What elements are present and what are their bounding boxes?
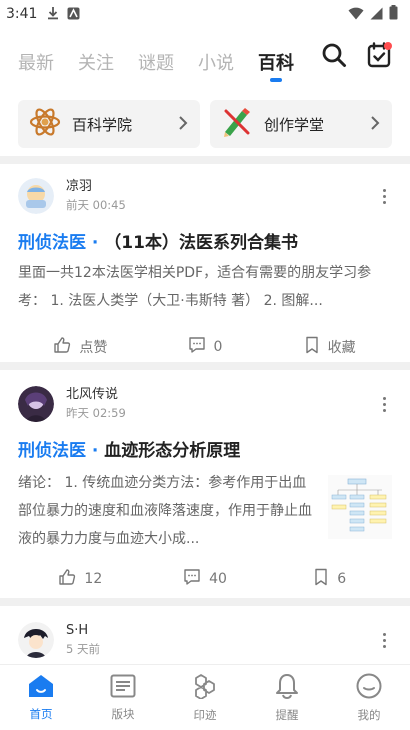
- favorite-button[interactable]: 收藏: [267, 336, 392, 358]
- thumbs-up-icon: [58, 568, 76, 590]
- bottom-nav-label: 我的: [357, 707, 381, 722]
- search-icon: [321, 42, 347, 72]
- pencil-ruler-icon: [220, 105, 254, 143]
- bookmark-icon: [313, 568, 329, 590]
- author-name[interactable]: S·H: [66, 623, 100, 639]
- checkin-button[interactable]: [366, 42, 394, 72]
- status-time: 3:41: [6, 6, 38, 22]
- chevron-right-icon: [178, 112, 188, 136]
- favorite-button[interactable]: 6: [267, 568, 392, 590]
- board-icon: [110, 674, 136, 702]
- comment-button[interactable]: 40: [143, 568, 268, 590]
- chevron-right-icon: [370, 112, 380, 136]
- like-button[interactable]: 点赞: [18, 336, 143, 358]
- avatar[interactable]: [18, 178, 54, 214]
- entry-cards: 百科学院 创作学堂: [0, 100, 410, 150]
- bottom-nav-footprint[interactable]: 印迹: [164, 665, 246, 730]
- bottom-nav-label: 首页: [29, 706, 53, 721]
- section-divider: [0, 598, 410, 606]
- calendar-check-icon: [367, 41, 393, 73]
- comment-button[interactable]: 0: [143, 336, 268, 358]
- bottom-nav-reminder[interactable]: 提醒: [246, 665, 328, 730]
- post-time: 昨天 02:59: [66, 406, 126, 420]
- home-icon: [28, 674, 54, 702]
- comment-icon: [188, 336, 206, 358]
- avatar[interactable]: [18, 622, 54, 658]
- tab-following[interactable]: 关注: [78, 42, 114, 82]
- profile-icon: [356, 673, 382, 703]
- search-button[interactable]: [320, 42, 348, 72]
- bottom-nav-label: 提醒: [275, 707, 299, 722]
- bottom-nav-label: 印迹: [193, 707, 217, 722]
- bottom-nav-profile[interactable]: 我的: [328, 665, 410, 730]
- creation-school-card[interactable]: 创作学堂: [210, 100, 392, 148]
- top-tab-bar: 最新 关注 谜题 小说 百科: [0, 40, 410, 84]
- post-title[interactable]: 刑侦法医 · （11本）法医系列合集书: [18, 228, 392, 253]
- more-options-button[interactable]: [376, 632, 392, 648]
- post-excerpt: 里面一共12本法医学相关PDF，适合有需要的朋友学习参考： 1. 法医人类学（大…: [18, 265, 372, 309]
- section-divider: [0, 362, 410, 370]
- battery-icon: [389, 4, 398, 24]
- author-name[interactable]: 北风传说: [66, 387, 126, 403]
- post-card[interactable]: S·H 5 天前: [0, 620, 410, 660]
- wifi-icon: [348, 5, 364, 24]
- post-time: 5 天前: [66, 642, 100, 656]
- status-bar: 3:41: [0, 0, 410, 28]
- bottom-nav-board[interactable]: 版块: [82, 665, 164, 730]
- more-options-button[interactable]: [376, 188, 392, 204]
- section-divider: [0, 156, 410, 164]
- post-card[interactable]: 北风传说 昨天 02:59 刑侦法医 · 血迹形态分析原理 绪论： 1. 传统血…: [0, 384, 410, 591]
- tab-puzzles[interactable]: 谜题: [138, 42, 174, 82]
- bottom-nav: 首页 版块 印迹 提醒 我的: [0, 664, 410, 730]
- post-title[interactable]: 刑侦法医 · 血迹形态分析原理: [18, 436, 392, 461]
- footprint-icon: [192, 673, 218, 703]
- thumbs-up-icon: [53, 336, 71, 358]
- like-button[interactable]: 12: [18, 568, 143, 590]
- tab-latest[interactable]: 最新: [18, 42, 54, 82]
- bell-icon: [275, 673, 299, 703]
- bottom-nav-home[interactable]: 首页: [0, 665, 82, 730]
- encyclopedia-academy-card[interactable]: 百科学院: [18, 100, 200, 148]
- post-time: 前天 00:45: [66, 198, 126, 212]
- author-name[interactable]: 凉羽: [66, 179, 126, 195]
- avatar[interactable]: [18, 386, 54, 422]
- comment-icon: [183, 568, 201, 590]
- atom-icon: [28, 105, 62, 143]
- tab-encyclopedia[interactable]: 百科: [258, 42, 294, 82]
- post-thumbnail[interactable]: [328, 475, 392, 539]
- app-notification-icon: [67, 5, 80, 24]
- signal-icon: [370, 5, 383, 24]
- download-icon: [47, 5, 59, 24]
- bookmark-icon: [304, 336, 320, 358]
- tab-novels[interactable]: 小说: [198, 42, 234, 82]
- post-category[interactable]: 刑侦法医 ·: [18, 441, 104, 461]
- post-category[interactable]: 刑侦法医 ·: [18, 233, 104, 253]
- more-options-button[interactable]: [376, 396, 392, 412]
- entry-label: 百科学院: [72, 115, 133, 134]
- entry-label: 创作学堂: [264, 115, 325, 134]
- post-card[interactable]: 凉羽 前天 00:45 刑侦法医 · （11本）法医系列合集书 里面一共12本法…: [0, 176, 410, 359]
- post-excerpt: 绪论： 1. 传统血迹分类方法：参考作用于出血部位暴力的速度和血液降落速度，作用…: [18, 475, 312, 547]
- bottom-nav-label: 版块: [111, 706, 135, 721]
